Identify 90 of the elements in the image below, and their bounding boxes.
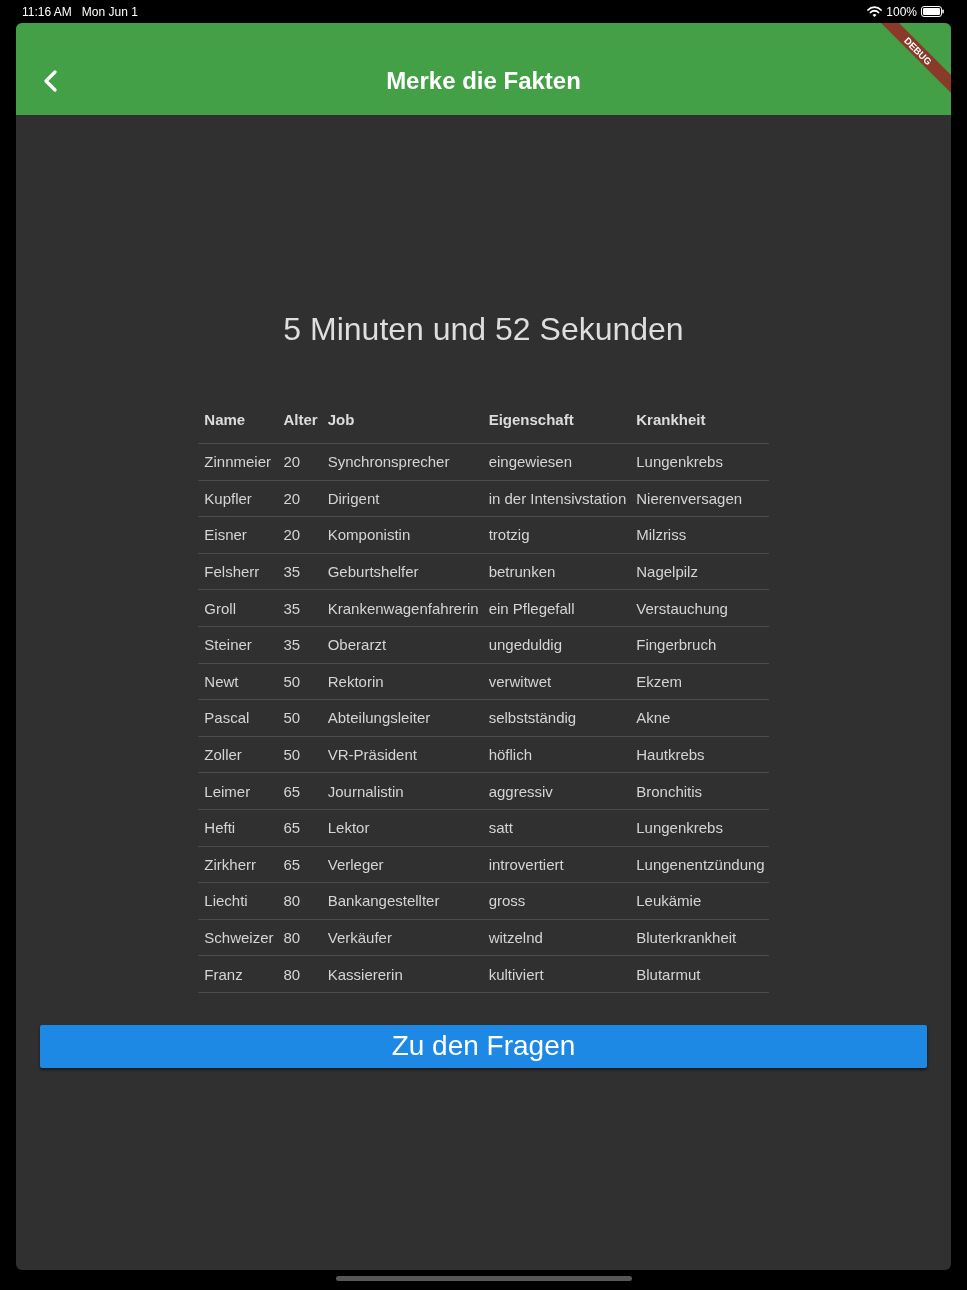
table-cell: 20 <box>277 480 322 518</box>
table-cell: Komponistin <box>321 517 483 554</box>
table-cell: 80 <box>277 956 322 993</box>
table-cell: 65 <box>277 846 322 884</box>
table-cell: Hefti <box>198 809 278 847</box>
table-cell: Groll <box>198 590 278 627</box>
table-cell: Akne <box>630 700 769 737</box>
table-cell: Leukämie <box>630 883 769 920</box>
table-cell: introvertiert <box>482 846 631 884</box>
table-cell: 65 <box>277 809 322 847</box>
table-cell: 50 <box>277 663 322 701</box>
column-header: Alter <box>277 396 322 444</box>
table-cell: Hautkrebs <box>630 736 769 774</box>
table-cell: Milzriss <box>630 517 769 554</box>
table-cell: Leimer <box>198 773 278 810</box>
table-cell: Kassiererin <box>321 956 483 993</box>
table-cell: satt <box>482 809 631 847</box>
table-cell: 80 <box>277 919 322 957</box>
table-cell: Rektorin <box>321 663 483 701</box>
wifi-icon <box>867 6 883 17</box>
chevron-left-icon <box>43 70 57 92</box>
table-cell: trotzig <box>482 517 631 554</box>
table-cell: Verstauchung <box>630 590 769 627</box>
table-cell: aggressiv <box>482 773 631 810</box>
countdown-text: 5 Minuten und 52 Sekunden <box>283 310 684 348</box>
table-cell: witzelnd <box>482 919 631 957</box>
table-cell: Lungenkrebs <box>630 444 769 481</box>
table-cell: 80 <box>277 883 322 920</box>
table-cell: 20 <box>277 444 322 481</box>
table-cell: Lungenentzündung <box>630 846 769 884</box>
table-cell: betrunken <box>482 553 631 591</box>
table-cell: 35 <box>277 626 322 664</box>
table-cell: eingewiesen <box>482 444 631 481</box>
debug-ribbon <box>881 23 951 93</box>
table-cell: Bronchitis <box>630 773 769 810</box>
app-bar-title: Merke die Fakten <box>386 67 581 95</box>
table-cell: Pascal <box>198 700 278 737</box>
battery-icon <box>921 6 944 17</box>
column-header: Job <box>321 396 483 444</box>
table-cell: Ekzem <box>630 663 769 701</box>
table-cell: Nierenversagen <box>630 480 769 518</box>
table-cell: 50 <box>277 736 322 774</box>
table-cell: selbstständig <box>482 700 631 737</box>
table-cell: Geburtshelfer <box>321 553 483 591</box>
table-cell: höflich <box>482 736 631 774</box>
table-cell: 35 <box>277 553 322 591</box>
table-cell: Zinnmeier <box>198 444 278 481</box>
table-cell: 20 <box>277 517 322 554</box>
column-header: Krankheit <box>630 396 769 444</box>
table-cell: Abteilungsleiter <box>321 700 483 737</box>
table-cell: in der Intensivstation <box>482 480 631 518</box>
table-cell: gross <box>482 883 631 920</box>
table-cell: Zirkherr <box>198 846 278 884</box>
table-cell: Franz <box>198 956 278 993</box>
table-cell: Fingerbruch <box>630 626 769 664</box>
table-cell: Blutarmut <box>630 956 769 993</box>
table-cell: 35 <box>277 590 322 627</box>
table-cell: Felsherr <box>198 553 278 591</box>
table-cell: Verkäufer <box>321 919 483 957</box>
table-cell: Oberarzt <box>321 626 483 664</box>
table-cell: 50 <box>277 700 322 737</box>
table-cell: Verleger <box>321 846 483 884</box>
table-cell: Eisner <box>198 517 278 554</box>
table-cell: Zoller <box>198 736 278 774</box>
table-cell: Newt <box>198 663 278 701</box>
table-cell: Krankenwagenfahrerin <box>321 590 483 627</box>
table-cell: Dirigent <box>321 480 483 518</box>
table-cell: Lungenkrebs <box>630 809 769 847</box>
table-cell: Bluterkrankheit <box>630 919 769 957</box>
table-cell: Schweizer <box>198 919 278 957</box>
questions-button[interactable]: Zu den Fragen <box>40 1024 927 1068</box>
table-cell: ungeduldig <box>482 626 631 664</box>
table-cell: Nagelpilz <box>630 553 769 591</box>
table-cell: ein Pflegefall <box>482 590 631 627</box>
table-cell: Journalistin <box>321 773 483 810</box>
table-cell: Lektor <box>321 809 483 847</box>
table-cell: verwitwet <box>482 663 631 701</box>
table-cell: Bankangestellter <box>321 883 483 920</box>
table-cell: kultiviert <box>482 956 631 993</box>
column-header: Eigenschaft <box>482 396 631 444</box>
battery-percentage: 100% <box>886 4 917 19</box>
table-cell: Steiner <box>198 626 278 664</box>
table-cell: Synchronsprecher <box>321 444 483 481</box>
table-cell: Liechti <box>198 883 278 920</box>
table-cell: Kupfler <box>198 480 278 518</box>
status-time: 11:16 AM <box>22 4 72 19</box>
column-header: Name <box>198 396 278 444</box>
table-cell: VR-Präsident <box>321 736 483 774</box>
status-date: Mon Jun 1 <box>81 4 138 19</box>
table-cell: 65 <box>277 773 322 810</box>
